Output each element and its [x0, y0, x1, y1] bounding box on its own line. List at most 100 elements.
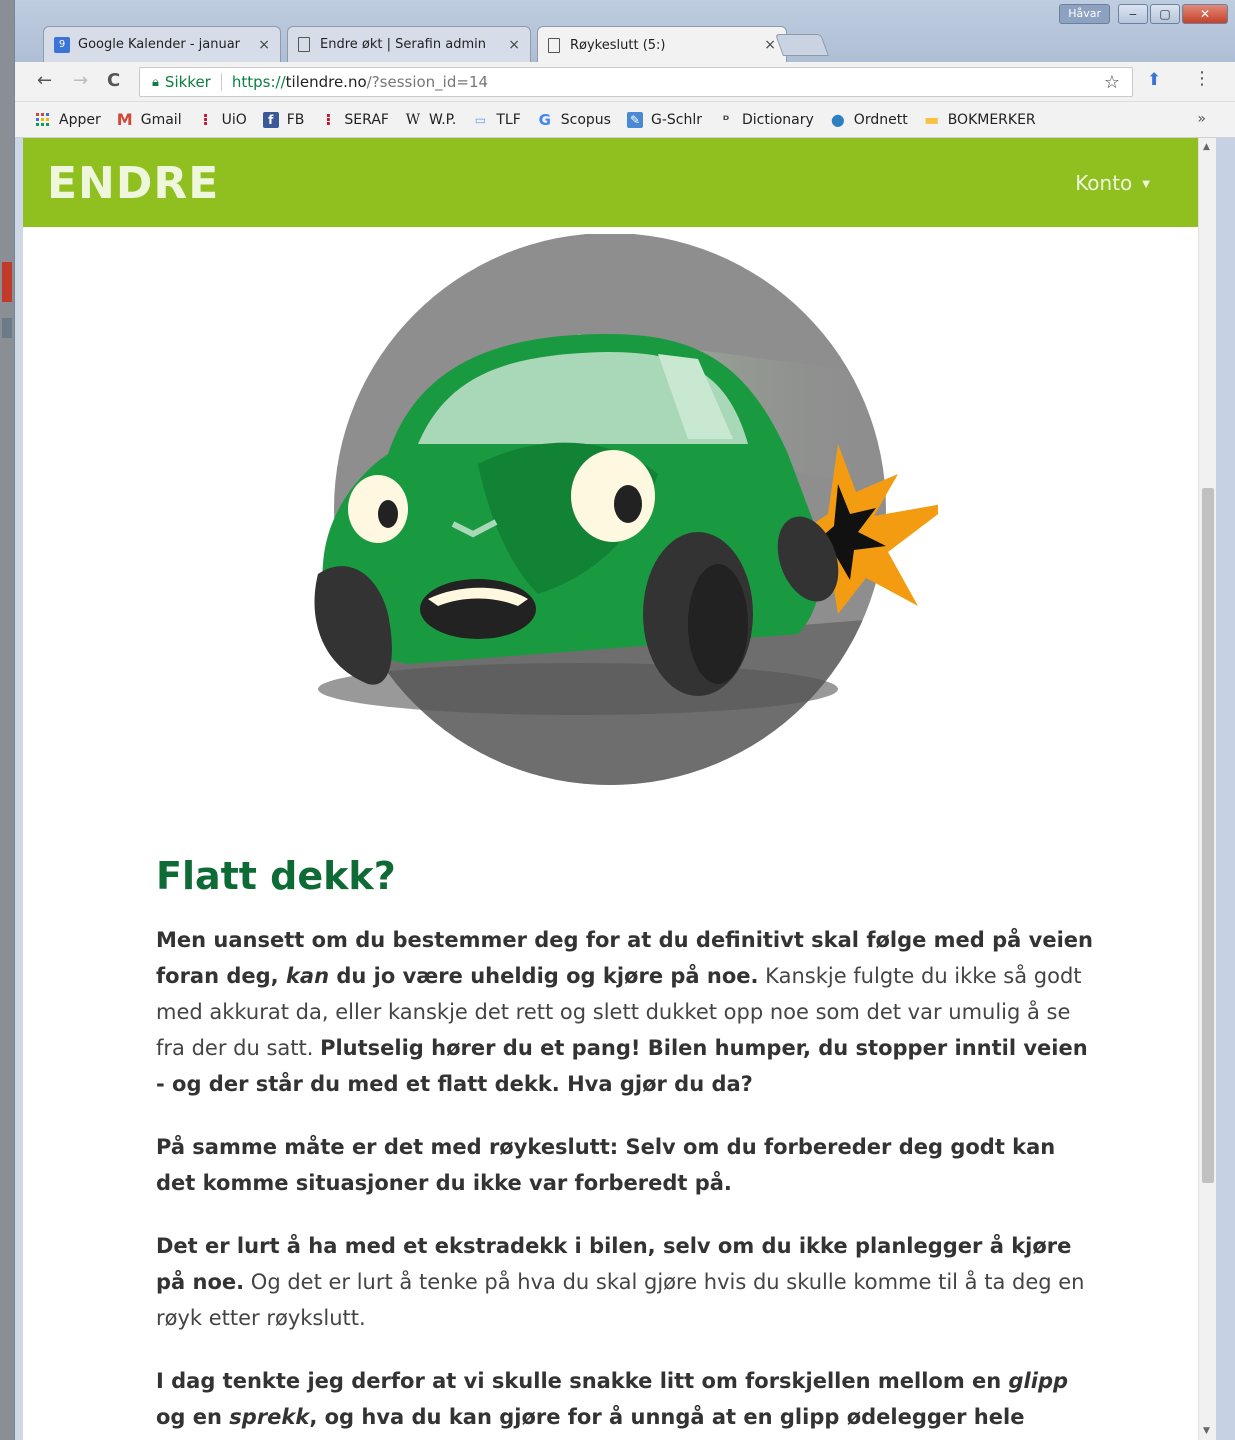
tab-google-calendar[interactable]: 9 Google Kalender - januar ×: [43, 26, 281, 62]
omnibox-divider: [220, 73, 222, 91]
article-paragraph-2: På samme måte er det med røykeslutt: Sel…: [156, 1129, 1096, 1201]
folder-icon: ▬: [924, 110, 940, 129]
url-path: /?session_id=14: [366, 73, 489, 91]
tab-close-icon[interactable]: ×: [764, 37, 776, 53]
bookmark-label: Apper: [59, 111, 101, 128]
page-scrollbar[interactable]: ▲ ▼: [1198, 138, 1216, 1440]
tab-roykeslutt[interactable]: Røykeslutt (5:) ×: [537, 26, 787, 63]
tab-title: Endre økt | Serafin admin: [320, 37, 486, 52]
bookmarks-bar: Apper M Gmail ⁝ UiO f FB ⁝ SERAF W W.P. ▭ TLF …: [15, 102, 1235, 138]
seraf-icon: ⁝: [325, 110, 332, 129]
bookmark-dictionary[interactable]: ᴰ Dictionary: [718, 112, 814, 128]
bookmark-wp[interactable]: W W.P.: [405, 111, 457, 128]
left-eye: [348, 475, 408, 543]
body-text: Og det er lurt å tenke på hva du skal gj…: [156, 1270, 1085, 1330]
google-icon: G: [538, 110, 551, 129]
bookmark-label: UiO: [221, 111, 247, 128]
window-controls: Håvar ‒ ▢ ✕: [1059, 4, 1228, 24]
ordnett-icon: ●: [830, 110, 845, 129]
phone-book-icon: ▭: [474, 112, 487, 127]
bookmark-gmail[interactable]: M Gmail: [116, 110, 182, 129]
article-paragraph-4: I dag tenkte jeg derfor at vi skulle sna…: [156, 1363, 1096, 1440]
bookmark-scopus[interactable]: G Scopus: [537, 110, 611, 129]
bookmark-tlf[interactable]: ▭ TLF: [472, 111, 521, 128]
bookmark-bokmerker[interactable]: ▬ BOKMERKER: [924, 110, 1036, 129]
bookmark-fb[interactable]: f FB: [262, 111, 305, 128]
bookmark-seraf[interactable]: ⁝ SERAF: [320, 110, 389, 129]
page-icon: [298, 37, 310, 52]
bold-text: På samme måte er det med røykeslutt: Sel…: [156, 1135, 1056, 1195]
minimize-button[interactable]: ‒: [1118, 4, 1148, 24]
bookmark-star-icon[interactable]: ☆: [1104, 72, 1120, 93]
reload-icon[interactable]: C: [107, 70, 120, 91]
gmail-icon: M: [116, 110, 133, 129]
site-logo[interactable]: ENDRE: [47, 158, 219, 209]
bookmark-g-schlr[interactable]: ✎ G-Schlr: [626, 111, 702, 128]
italic-text: sprekk: [229, 1405, 310, 1429]
secure-label: Sikker: [164, 73, 211, 91]
bookmark-label: Scopus: [560, 111, 611, 128]
wikipedia-icon: W: [405, 111, 421, 128]
bookmark-apper[interactable]: Apper: [35, 112, 101, 128]
flat-tire-car-illustration: [314, 234, 938, 785]
bookmark-ordnett[interactable]: ● Ordnett: [830, 110, 908, 129]
bold-text: du jo være uheldig og kjøre på noe.: [329, 964, 759, 988]
bold-text: og en: [156, 1405, 230, 1429]
uio-icon: ⁝: [202, 110, 209, 129]
chevron-down-icon: ▼: [1142, 179, 1150, 190]
scroll-down-icon[interactable]: ▼: [1203, 1426, 1210, 1436]
account-menu[interactable]: Konto ▼: [1075, 171, 1150, 195]
desktop-icon-fragment: [2, 318, 12, 338]
tab-title: Røykeslutt (5:): [570, 37, 666, 53]
forward-arrow-icon[interactable]: →: [73, 70, 88, 91]
browser-window: 9 Google Kalender - januar × Endre økt |…: [14, 0, 1235, 1440]
italic-text: kan: [285, 964, 330, 988]
bookmark-label: FB: [286, 111, 305, 128]
bookmark-uio[interactable]: ⁝ UiO: [198, 110, 247, 129]
account-label: Konto: [1075, 171, 1133, 195]
apps-grid-icon: [35, 112, 51, 128]
menu-icon[interactable]: ⋮: [1193, 68, 1211, 89]
facebook-icon: f: [262, 111, 279, 128]
scroll-up-icon[interactable]: ▲: [1203, 142, 1210, 152]
maximize-button[interactable]: ▢: [1150, 4, 1180, 24]
bookmark-label: TLF: [496, 111, 521, 128]
scholar-icon: ✎: [626, 111, 643, 128]
bookmark-label: SERAF: [344, 111, 389, 128]
window-frame-edge: [1216, 138, 1235, 1440]
tab-serafin-admin[interactable]: Endre økt | Serafin admin ×: [287, 26, 531, 62]
desktop-edge: [0, 0, 14, 1440]
desktop-icon-fragment: [2, 262, 12, 302]
bookmark-label: G-Schlr: [650, 111, 702, 128]
bookmark-label: BOKMERKER: [947, 111, 1036, 128]
right-eye: [571, 450, 655, 542]
address-bar[interactable]: 🔒︎ Sikker https://tilendre.no/?session_i…: [139, 67, 1133, 97]
url-host: tilendre.no: [285, 73, 367, 91]
new-tab-button[interactable]: [774, 34, 830, 56]
article-paragraph-3: Det er lurt å ha med et ekstradekk i bil…: [156, 1228, 1096, 1336]
tab-close-icon[interactable]: ×: [258, 37, 270, 53]
tab-title: Google Kalender - januar: [78, 37, 241, 52]
site-header: ENDRE Konto ▼: [23, 138, 1198, 227]
bookmark-label: Dictionary: [741, 111, 814, 128]
article-title: Flatt dekk?: [156, 854, 396, 898]
url-scheme: https://: [231, 73, 286, 91]
tab-strip: 9 Google Kalender - januar × Endre økt |…: [15, 0, 1235, 63]
close-window-button[interactable]: ✕: [1182, 4, 1228, 24]
bold-text: I dag tenkte jeg derfor at vi skulle sna…: [156, 1369, 1009, 1393]
page-viewport: ENDRE Konto ▼ Flatt dekk? Men uansett om…: [23, 138, 1198, 1440]
extension-icon[interactable]: ⬆: [1147, 70, 1161, 90]
italic-text: glipp: [1008, 1369, 1069, 1393]
back-arrow-icon[interactable]: ←: [37, 70, 52, 91]
scrollbar-thumb[interactable]: [1202, 488, 1214, 1183]
tab-close-icon[interactable]: ×: [508, 37, 520, 53]
dictionary-icon: ᴰ: [722, 112, 730, 127]
page-icon: [548, 37, 560, 53]
article-paragraph-1: Men uansett om du bestemmer deg for at d…: [156, 922, 1096, 1102]
browser-toolbar: ← → C 🔒︎ Sikker https://tilendre.no/?ses…: [15, 62, 1235, 102]
bookmark-label: Ordnett: [853, 111, 908, 128]
profile-button[interactable]: Håvar: [1059, 4, 1110, 24]
article-content: Flatt dekk? Men uansett om du bestemmer …: [156, 854, 1096, 1440]
more-bookmarks-icon[interactable]: »: [1197, 111, 1206, 127]
calendar-icon: 9: [54, 36, 70, 53]
